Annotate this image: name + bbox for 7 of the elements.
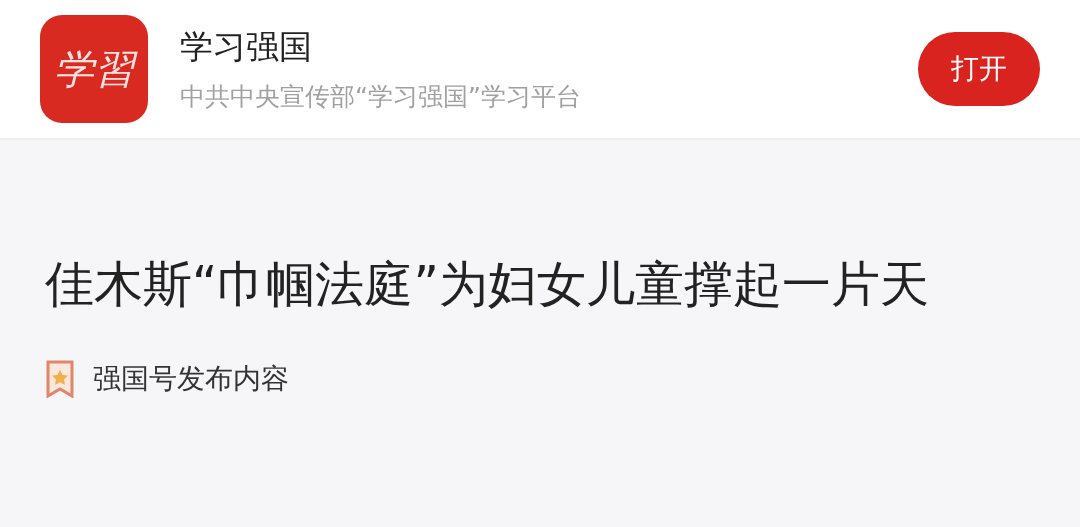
app-title: 学习强国: [180, 26, 313, 68]
ribbon-star-icon: [45, 360, 75, 398]
app-subtitle: 中共中央宣传部“学习强国”学习平台: [180, 81, 582, 113]
open-button[interactable]: 打开: [918, 32, 1040, 106]
app-logo: 学習: [40, 15, 148, 123]
source-label: 强国号发布内容: [93, 361, 289, 397]
article-headline: 佳木斯“巾帼法庭”为妇女儿童撑起一片天: [45, 255, 930, 315]
